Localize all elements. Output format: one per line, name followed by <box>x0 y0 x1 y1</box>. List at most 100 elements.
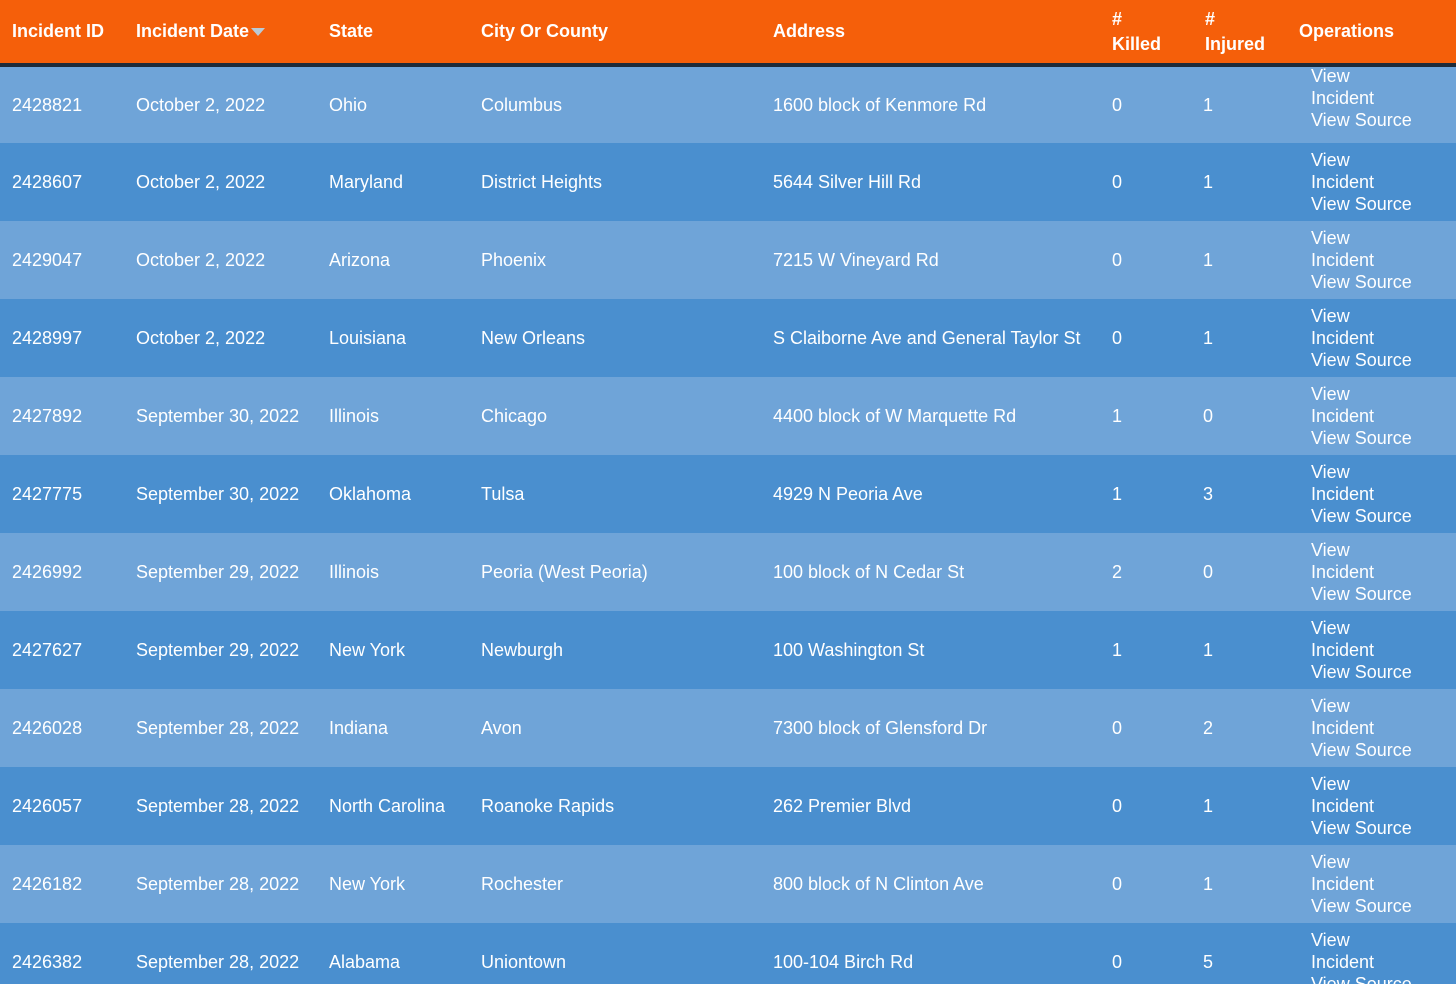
incident-id: 2428821 <box>12 95 83 115</box>
city-or-county: Rochester <box>481 874 564 894</box>
cell-injured: 1 <box>1193 221 1289 299</box>
table-row: 2427627 September 29, 2022 New York Newb… <box>0 611 1456 689</box>
header-city-or-county[interactable]: City Or County <box>469 0 761 67</box>
state: Louisiana <box>329 328 407 348</box>
cell-state: Louisiana <box>317 299 469 377</box>
killed-count: 2 <box>1112 562 1123 582</box>
injured-count: 1 <box>1203 250 1214 270</box>
view-incident-link[interactable]: View Incident <box>1311 773 1456 817</box>
table-row: 2426382 September 28, 2022 Alabama Union… <box>0 923 1456 984</box>
cell-state: Indiana <box>317 689 469 767</box>
state: Arizona <box>329 250 391 270</box>
incident-date: September 29, 2022 <box>136 640 300 660</box>
injured-count: 0 <box>1203 562 1214 582</box>
view-incident-link[interactable]: View Incident <box>1311 227 1456 271</box>
table-row: 2429047 October 2, 2022 Arizona Phoenix … <box>0 221 1456 299</box>
view-incident-link[interactable]: View Incident <box>1311 65 1456 109</box>
view-source-link[interactable]: View Source <box>1311 895 1456 917</box>
view-incident-word-1: View <box>1311 540 1350 560</box>
view-source-link[interactable]: View Source <box>1311 739 1456 761</box>
header-address[interactable]: Address <box>761 0 1100 67</box>
view-incident-link[interactable]: View Incident <box>1311 617 1456 661</box>
injured-count: 1 <box>1203 640 1214 660</box>
killed-count: 0 <box>1112 328 1123 348</box>
state: Illinois <box>329 562 380 582</box>
view-incident-link[interactable]: View Incident <box>1311 149 1456 193</box>
cell-operations: View Incident View Source <box>1289 533 1456 611</box>
view-incident-word-2: Incident <box>1311 172 1375 192</box>
cell-killed: 0 <box>1100 923 1193 984</box>
view-source-link[interactable]: View Source <box>1311 427 1456 449</box>
cell-operations: View Incident View Source <box>1289 65 1456 143</box>
cell-incident-date: September 30, 2022 <box>124 377 317 455</box>
incident-date: October 2, 2022 <box>136 95 266 115</box>
view-source-link[interactable]: View Source <box>1311 109 1456 131</box>
state: Maryland <box>329 172 404 192</box>
view-incident-link[interactable]: View Incident <box>1311 539 1456 583</box>
cell-injured: 2 <box>1193 689 1289 767</box>
cell-killed: 1 <box>1100 455 1193 533</box>
cell-incident-id: 2428821 <box>0 65 124 143</box>
operations-links: View Incident View Source <box>1289 227 1456 293</box>
incident-date: September 28, 2022 <box>136 796 300 816</box>
cell-address: 1600 block of Kenmore Rd <box>761 65 1100 143</box>
header-incident-id[interactable]: Incident ID <box>0 0 124 67</box>
cell-injured: 1 <box>1193 299 1289 377</box>
header-killed[interactable]: # Killed <box>1100 0 1193 67</box>
address: 100 Washington St <box>773 640 925 660</box>
cell-incident-date: September 30, 2022 <box>124 455 317 533</box>
address: 5644 Silver Hill Rd <box>773 172 922 192</box>
view-source-link[interactable]: View Source <box>1311 661 1456 683</box>
cell-city: Roanoke Rapids <box>469 767 761 845</box>
cell-incident-id: 2427627 <box>0 611 124 689</box>
cell-address: 4929 N Peoria Ave <box>761 455 1100 533</box>
view-incident-word-1: View <box>1311 306 1350 326</box>
view-source-link[interactable]: View Source <box>1311 505 1456 527</box>
address: 1600 block of Kenmore Rd <box>773 95 987 115</box>
view-incident-word-1: View <box>1311 930 1350 950</box>
injured-count: 2 <box>1203 718 1214 738</box>
state: New York <box>329 874 406 894</box>
view-source-link[interactable]: View Source <box>1311 349 1456 371</box>
view-incident-link[interactable]: View Incident <box>1311 851 1456 895</box>
state: Oklahoma <box>329 484 412 504</box>
cell-killed: 0 <box>1100 65 1193 143</box>
incident-date: September 29, 2022 <box>136 562 300 582</box>
cell-killed: 0 <box>1100 299 1193 377</box>
view-incident-word-1: View <box>1311 852 1350 872</box>
header-operations: Operations <box>1289 0 1456 67</box>
view-incident-link[interactable]: View Incident <box>1311 383 1456 427</box>
operations-links: View Incident View Source <box>1289 65 1456 131</box>
table-row: 2427892 September 30, 2022 Illinois Chic… <box>0 377 1456 455</box>
view-incident-word-2: Incident <box>1311 562 1375 582</box>
incident-id: 2428997 <box>12 328 83 348</box>
cell-city: Uniontown <box>469 923 761 984</box>
view-incident-link[interactable]: View Incident <box>1311 305 1456 349</box>
cell-incident-date: October 2, 2022 <box>124 299 317 377</box>
killed-count: 0 <box>1112 250 1123 270</box>
header-label: Incident ID <box>12 21 105 41</box>
header-incident-date[interactable]: Incident Date <box>124 0 317 67</box>
cell-incident-id: 2428997 <box>0 299 124 377</box>
view-incident-link[interactable]: View Incident <box>1311 695 1456 739</box>
view-source-link[interactable]: View Source <box>1311 271 1456 293</box>
incident-date: October 2, 2022 <box>136 328 266 348</box>
injured-count: 1 <box>1203 796 1214 816</box>
cell-killed: 0 <box>1100 845 1193 923</box>
view-source-link[interactable]: View Source <box>1311 583 1456 605</box>
cell-state: North Carolina <box>317 767 469 845</box>
view-incident-link[interactable]: View Incident <box>1311 461 1456 505</box>
header-label: Incident Date <box>136 21 250 41</box>
view-source-link[interactable]: View Source <box>1311 193 1456 215</box>
view-incident-link[interactable]: View Incident <box>1311 929 1456 973</box>
view-source-link[interactable]: View Source <box>1311 973 1456 984</box>
address: 262 Premier Blvd <box>773 796 912 816</box>
cell-incident-date: September 28, 2022 <box>124 923 317 984</box>
header-injured[interactable]: # Injured <box>1193 0 1289 67</box>
operations-links: View Incident View Source <box>1289 851 1456 917</box>
cell-city: Rochester <box>469 845 761 923</box>
header-label: City Or County <box>481 21 609 41</box>
state: Illinois <box>329 406 380 426</box>
header-state[interactable]: State <box>317 0 469 67</box>
view-source-link[interactable]: View Source <box>1311 817 1456 839</box>
